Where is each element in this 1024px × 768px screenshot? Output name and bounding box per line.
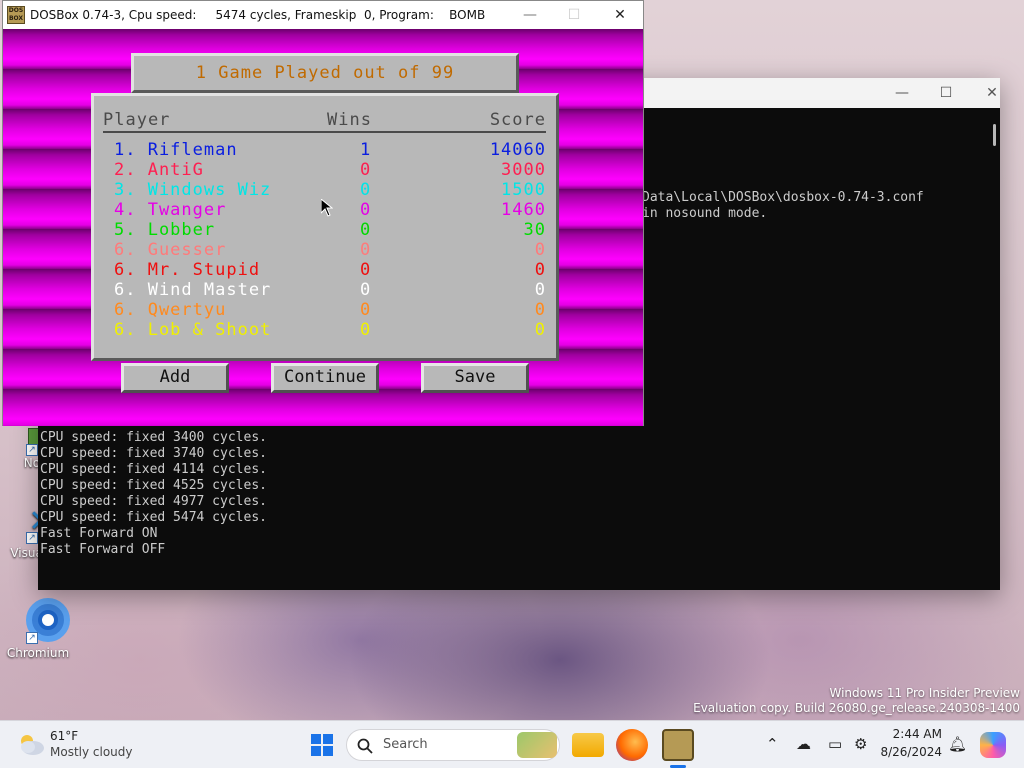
player-name: 5. Lobber — [114, 220, 216, 240]
dosbox-title: DOSBox 0.74-3, Cpu speed: 5474 cycles, F… — [30, 8, 486, 22]
player-name: 6. Wind Master — [114, 280, 272, 300]
shortcut-arrow-icon: ↗ — [26, 632, 38, 644]
console-line: CPU speed: fixed 4977 cycles. — [40, 494, 267, 509]
player-score: 0 — [534, 240, 546, 260]
network-offline-icon[interactable]: ☁ — [796, 735, 811, 753]
add-button[interactable]: Add — [121, 363, 229, 393]
player-name: 4. Twanger — [114, 200, 227, 220]
player-score: 0 — [534, 300, 546, 320]
weather-temp: 61°F — [50, 729, 79, 743]
close-icon[interactable]: ✕ — [980, 82, 1004, 104]
search-highlight-icon — [517, 732, 557, 758]
console-line: CPU speed: fixed 4525 cycles. — [40, 478, 267, 493]
player-name: 6. Mr. Stupid — [114, 260, 261, 280]
player-score: 3000 — [501, 160, 546, 180]
dosbox-window[interactable]: DOS BOX DOSBox 0.74-3, Cpu speed: 5474 c… — [2, 0, 644, 426]
player-score: 0 — [534, 260, 546, 280]
player-wins: 0 — [360, 320, 372, 340]
search-label: Search — [383, 737, 428, 752]
player-wins: 0 — [360, 240, 372, 260]
games-played-text: 1 Game Played out of 99 — [195, 63, 455, 83]
console-line: Data\Local\DOSBox\dosbox-0.74-3.conf — [642, 190, 924, 205]
clock-date[interactable]: 8/26/2024 — [872, 745, 942, 759]
header-divider — [103, 131, 546, 133]
shortcut-arrow-icon: ↗ — [26, 532, 38, 544]
chromium-icon: ↗ — [14, 596, 70, 644]
player-score: 1460 — [501, 200, 546, 220]
dosbox-taskbar-icon[interactable] — [662, 729, 694, 761]
games-played-banner: 1 Game Played out of 99 — [131, 53, 519, 93]
player-wins: 0 — [360, 200, 372, 220]
cloud-sun-icon — [21, 735, 44, 755]
save-button[interactable]: Save — [421, 363, 529, 393]
console-title-bar[interactable]: — ☐ ✕ — [638, 78, 1000, 108]
search-icon — [357, 738, 373, 754]
console-line: in nosound mode. — [642, 206, 768, 221]
console-line: Fast Forward OFF — [40, 542, 166, 557]
weather-condition: Mostly cloudy — [50, 745, 133, 759]
column-header-wins: Wins — [327, 110, 372, 130]
player-wins: 0 — [360, 220, 372, 240]
player-wins: 0 — [360, 300, 372, 320]
console-line: CPU speed: fixed 4114 cycles. — [40, 462, 267, 477]
dosbox-title-bar[interactable]: DOS BOX DOSBox 0.74-3, Cpu speed: 5474 c… — [3, 1, 643, 29]
desktop-icon-label: Chromium — [6, 646, 70, 660]
console-line: CPU speed: fixed 3400 cycles. — [40, 430, 267, 445]
player-wins: 0 — [360, 180, 372, 200]
accessibility-icon[interactable]: ⚙ — [854, 735, 867, 753]
mouse-pointer-icon — [321, 199, 333, 217]
watermark-line-2: Evaluation copy. Build 26080.ge_release.… — [693, 701, 1020, 715]
taskbar-search-box[interactable]: Search — [346, 729, 560, 761]
column-header-score: Score — [489, 110, 546, 130]
player-name: 6. Qwertyu — [114, 300, 227, 320]
firefox-icon[interactable] — [616, 729, 648, 761]
game-screen[interactable]: 1 Game Played out of 99 Player Wins Scor… — [3, 29, 643, 426]
player-name: 6. Lob & Shoot — [114, 320, 272, 340]
clock-time[interactable]: 2:44 AM — [882, 727, 942, 741]
player-name: 2. AntiG — [114, 160, 204, 180]
taskbar: 61°F Mostly cloudy Search ⌃ ☁ ▭ ⚙ 2:44 A… — [0, 720, 1024, 768]
console-line: CPU speed: fixed 5474 cycles. — [40, 510, 267, 525]
player-name: 6. Guesser — [114, 240, 227, 260]
start-windows-icon[interactable] — [306, 729, 338, 761]
player-score: 1500 — [501, 180, 546, 200]
player-score: 14060 — [489, 140, 546, 160]
player-name: 1. Rifleman — [114, 140, 238, 160]
watermark-line-1: Windows 11 Pro Insider Preview — [829, 686, 1020, 700]
desktop-icon-chromium[interactable]: ↗ Chromium — [2, 596, 74, 660]
player-score: 30 — [523, 220, 546, 240]
console-line: Fast Forward ON — [40, 526, 158, 541]
dosbox-logo-icon: DOS BOX — [7, 6, 25, 24]
column-header-player: Player — [103, 110, 171, 130]
copilot-icon[interactable] — [980, 732, 1006, 758]
file-explorer-icon[interactable] — [572, 733, 604, 757]
maximize-icon[interactable]: ☐ — [559, 4, 589, 26]
display-icon[interactable]: ▭ — [828, 735, 842, 753]
player-score: 0 — [534, 280, 546, 300]
shortcut-arrow-icon: ↗ — [26, 444, 38, 456]
show-hidden-icons-chevron-icon[interactable]: ⌃ — [766, 735, 779, 753]
player-wins: 0 — [360, 260, 372, 280]
player-wins: 1 — [360, 140, 372, 160]
minimize-icon[interactable]: — — [515, 4, 545, 26]
player-name: 3. Windows Wiz — [114, 180, 272, 200]
player-wins: 0 — [360, 160, 372, 180]
player-score: 0 — [534, 320, 546, 340]
console-line: CPU speed: fixed 3740 cycles. — [40, 446, 267, 461]
notification-bell-icon[interactable]: 🔔︎ — [948, 735, 967, 753]
maximize-icon[interactable]: ☐ — [934, 82, 958, 104]
minimize-icon[interactable]: — — [890, 82, 914, 104]
console-scrollbar[interactable] — [993, 124, 996, 146]
scoreboard-panel: Player Wins Score 1. Rifleman 1 14060 2. An… — [91, 93, 559, 361]
player-wins: 0 — [360, 280, 372, 300]
continue-button[interactable]: Continue — [271, 363, 379, 393]
weather-widget[interactable]: 61°F Mostly cloudy — [14, 727, 154, 763]
close-icon[interactable]: ✕ — [605, 4, 635, 26]
